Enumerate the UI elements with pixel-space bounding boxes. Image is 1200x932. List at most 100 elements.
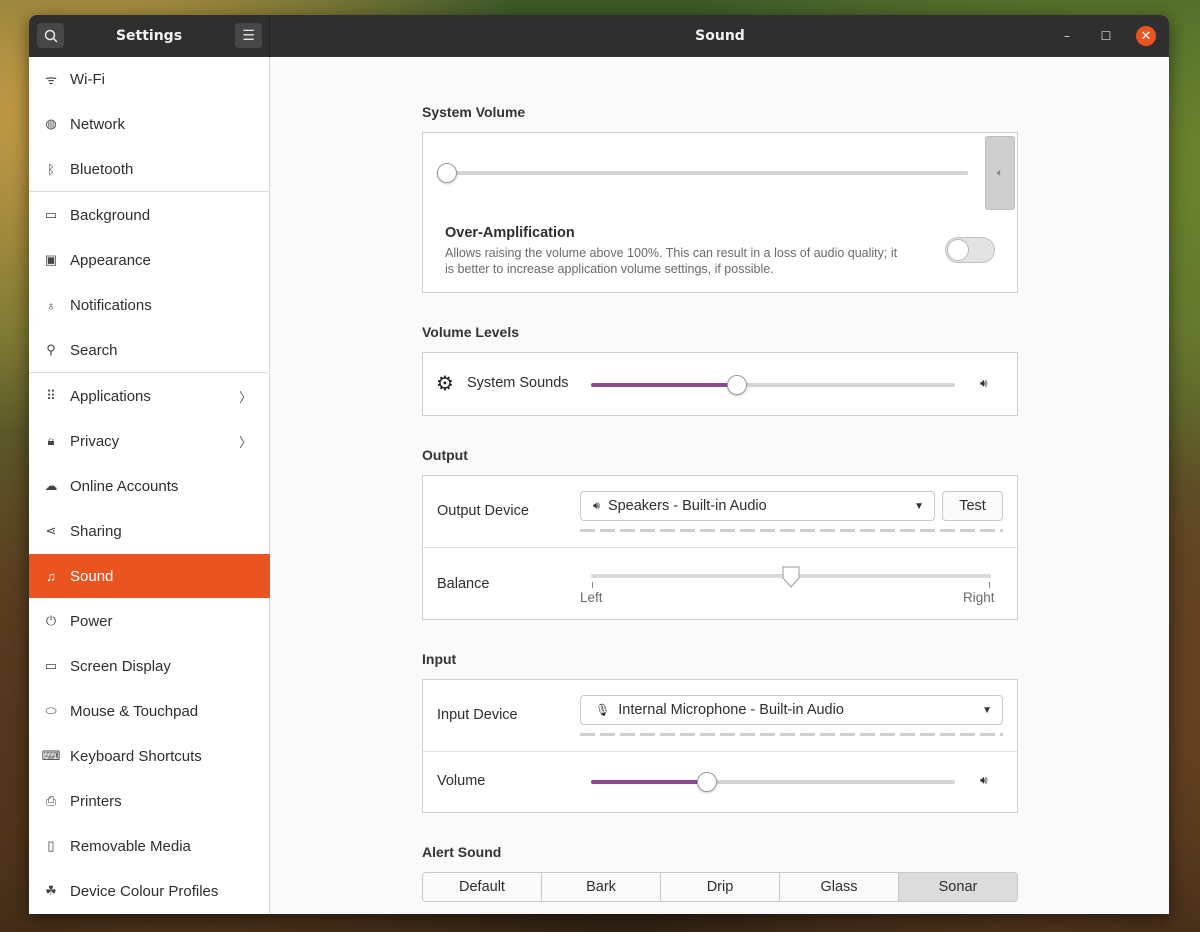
speaker-icon: 🔊︎ <box>980 773 988 787</box>
input-panel: Input Device 🎙︎ Internal Microphone - Bu… <box>422 679 1018 813</box>
row-divider <box>423 751 1017 752</box>
alert-option-drip[interactable]: Drip <box>661 873 780 901</box>
test-button[interactable]: Test <box>942 491 1003 521</box>
section-title-system-volume: System Volume <box>422 104 526 120</box>
sidebar-item-removable-media[interactable]: ▯ Removable Media <box>29 824 270 868</box>
wifi-icon: ᯤ <box>45 72 57 87</box>
section-title-input: Input <box>422 651 457 667</box>
sidebar-item-printers[interactable]: ⎙ Printers <box>29 779 270 823</box>
mouse-icon: ⬭ <box>45 703 57 718</box>
sidebar-item-label: Power <box>70 612 113 630</box>
sidebar-item-label: Sound <box>70 567 114 585</box>
sidebar-item-label: Sharing <box>70 522 122 540</box>
over-amplification-title: Over-Amplification <box>445 225 575 241</box>
sidebar-item-wifi[interactable]: ᯤ Wi-Fi <box>29 57 270 101</box>
sidebar-item-appearance[interactable]: ▣ Appearance <box>29 238 270 282</box>
row-divider <box>423 547 1017 548</box>
sidebar-item-network[interactable]: ◍ Network <box>29 102 270 146</box>
system-sounds-icon: ⚙ <box>436 371 454 395</box>
output-device-dropdown[interactable]: 🔊︎ Speakers - Built-in Audio ▼ <box>580 491 935 521</box>
sidebar-item-label: Online Accounts <box>70 477 179 495</box>
sidebar-item-screen-display[interactable]: ▭ Screen Display <box>29 644 270 688</box>
alert-option-bark[interactable]: Bark <box>542 873 661 901</box>
output-device-label: Output Device <box>437 503 529 519</box>
bell-icon: ♁ <box>46 297 56 313</box>
speaker-muted-icon: 🔈︎ <box>996 166 1004 179</box>
balance-left-label: Left <box>580 590 603 605</box>
system-volume-slider[interactable] <box>437 163 457 183</box>
appearance-icon: ▣ <box>44 252 58 267</box>
background-icon: ▭ <box>44 207 58 222</box>
maximize-icon: ☐ <box>1100 29 1112 43</box>
lock-icon: 🔒︎ <box>47 433 55 448</box>
input-volume-slider[interactable] <box>697 772 718 792</box>
sidebar-separator <box>29 372 270 373</box>
balance-slider[interactable] <box>781 566 801 588</box>
sidebar-item-label: Removable Media <box>70 837 191 855</box>
balance-tick-left <box>592 582 593 588</box>
sidebar-item-bluetooth[interactable]: ᛒ Bluetooth <box>29 147 270 191</box>
grid-icon: ⠿ <box>46 388 56 403</box>
section-title-volume-levels: Volume Levels <box>422 324 520 340</box>
over-amplification-description: Allows raising the volume above 100%. Th… <box>445 245 945 277</box>
description-line: Allows raising the volume above 100%. Th… <box>445 246 898 260</box>
alert-option-sonar[interactable]: Sonar <box>899 873 1017 901</box>
minimize-button[interactable]: – <box>1057 26 1077 46</box>
sidebar-item-sound[interactable]: ♫ Sound <box>29 554 270 598</box>
system-sounds-slider[interactable] <box>726 375 747 395</box>
sidebar-item-keyboard-shortcuts[interactable]: ⌨ Keyboard Shortcuts <box>29 734 270 778</box>
chevron-down-icon: ▼ <box>914 500 924 512</box>
sidebar-item-label: Applications <box>70 387 151 405</box>
close-icon: ✕ <box>1140 28 1152 44</box>
title-bar: Settings ☰ Sound – ☐ ✕ <box>29 15 1169 57</box>
minimize-icon: – <box>1064 29 1070 43</box>
settings-window: Settings ☰ Sound – ☐ ✕ ᯤ Wi-Fi ◍ Network ᛒ… <box>29 15 1169 914</box>
sidebar-separator <box>29 191 270 192</box>
alert-option-default[interactable]: Default <box>423 873 542 901</box>
printer-icon: ⎙ <box>45 793 57 808</box>
alert-option-glass[interactable]: Glass <box>780 873 899 901</box>
sidebar-item-notifications[interactable]: ♁ Notifications <box>29 283 270 327</box>
sidebar-item-label: Bluetooth <box>70 160 134 178</box>
sidebar-item-applications[interactable]: ⠿ Applications 〉 <box>29 374 270 418</box>
sidebar-item-label: Printers <box>70 792 122 810</box>
chevron-down-icon: ▼ <box>982 704 992 716</box>
colour-profiles-icon: ☘ <box>45 883 57 898</box>
description-line: is better to increase application volume… <box>445 262 774 276</box>
sidebar-item-sharing[interactable]: ⋖ Sharing <box>29 509 270 553</box>
input-device-value: Internal Microphone - Built-in Audio <box>618 702 844 718</box>
sidebar-item-background[interactable]: ▭ Background <box>29 193 270 237</box>
output-level-meter <box>580 529 1003 532</box>
sidebar-item-power[interactable]: ⏻ Power <box>29 599 270 643</box>
balance-handle-icon <box>782 566 800 588</box>
display-icon: ▭ <box>44 658 58 673</box>
sidebar-item-device-colour-profiles[interactable]: ☘ Device Colour Profiles <box>29 869 270 913</box>
sidebar-item-privacy[interactable]: 🔒︎ Privacy 〉 <box>29 419 270 463</box>
section-title-output: Output <box>422 447 468 463</box>
sound-panel: System Volume 🔈︎ Over-Amplification Allo… <box>271 57 1169 914</box>
close-button[interactable]: ✕ <box>1136 26 1156 46</box>
cloud-icon: ☁ <box>44 478 58 493</box>
power-icon: ⏻ <box>45 613 57 628</box>
mute-button[interactable]: 🔈︎ <box>985 136 1015 210</box>
sidebar-item-online-accounts[interactable]: ☁ Online Accounts <box>29 464 270 508</box>
maximize-button[interactable]: ☐ <box>1096 26 1116 46</box>
sidebar-item-search[interactable]: ⚲ Search <box>29 328 270 372</box>
input-device-dropdown[interactable]: 🎙︎ Internal Microphone - Built-in Audio … <box>580 695 1003 725</box>
volume-levels-panel: ⚙ System Sounds 🔊︎ <box>422 352 1018 416</box>
sidebar-item-mouse-touchpad[interactable]: ⬭ Mouse & Touchpad <box>29 689 270 733</box>
system-sounds-label: System Sounds <box>467 375 569 391</box>
network-icon: ◍ <box>45 116 57 131</box>
sidebar-item-label: Keyboard Shortcuts <box>70 747 202 765</box>
system-volume-track <box>437 171 968 175</box>
sidebar-item-label: Background <box>70 206 151 224</box>
microphone-icon: 🎙︎ <box>595 703 611 717</box>
sidebar: ᯤ Wi-Fi ◍ Network ᛒ Bluetooth ▭ Background ▣… <box>29 57 270 914</box>
over-amplification-toggle[interactable] <box>945 237 995 263</box>
output-panel: Output Device 🔊︎ Speakers - Built-in Aud… <box>422 475 1018 620</box>
search-button[interactable] <box>37 23 64 48</box>
menu-button[interactable]: ☰ <box>235 23 262 48</box>
sidebar-item-label: Device Colour Profiles <box>70 882 219 900</box>
balance-label: Balance <box>437 576 490 592</box>
speaker-icon: 🔊︎ <box>980 376 988 390</box>
